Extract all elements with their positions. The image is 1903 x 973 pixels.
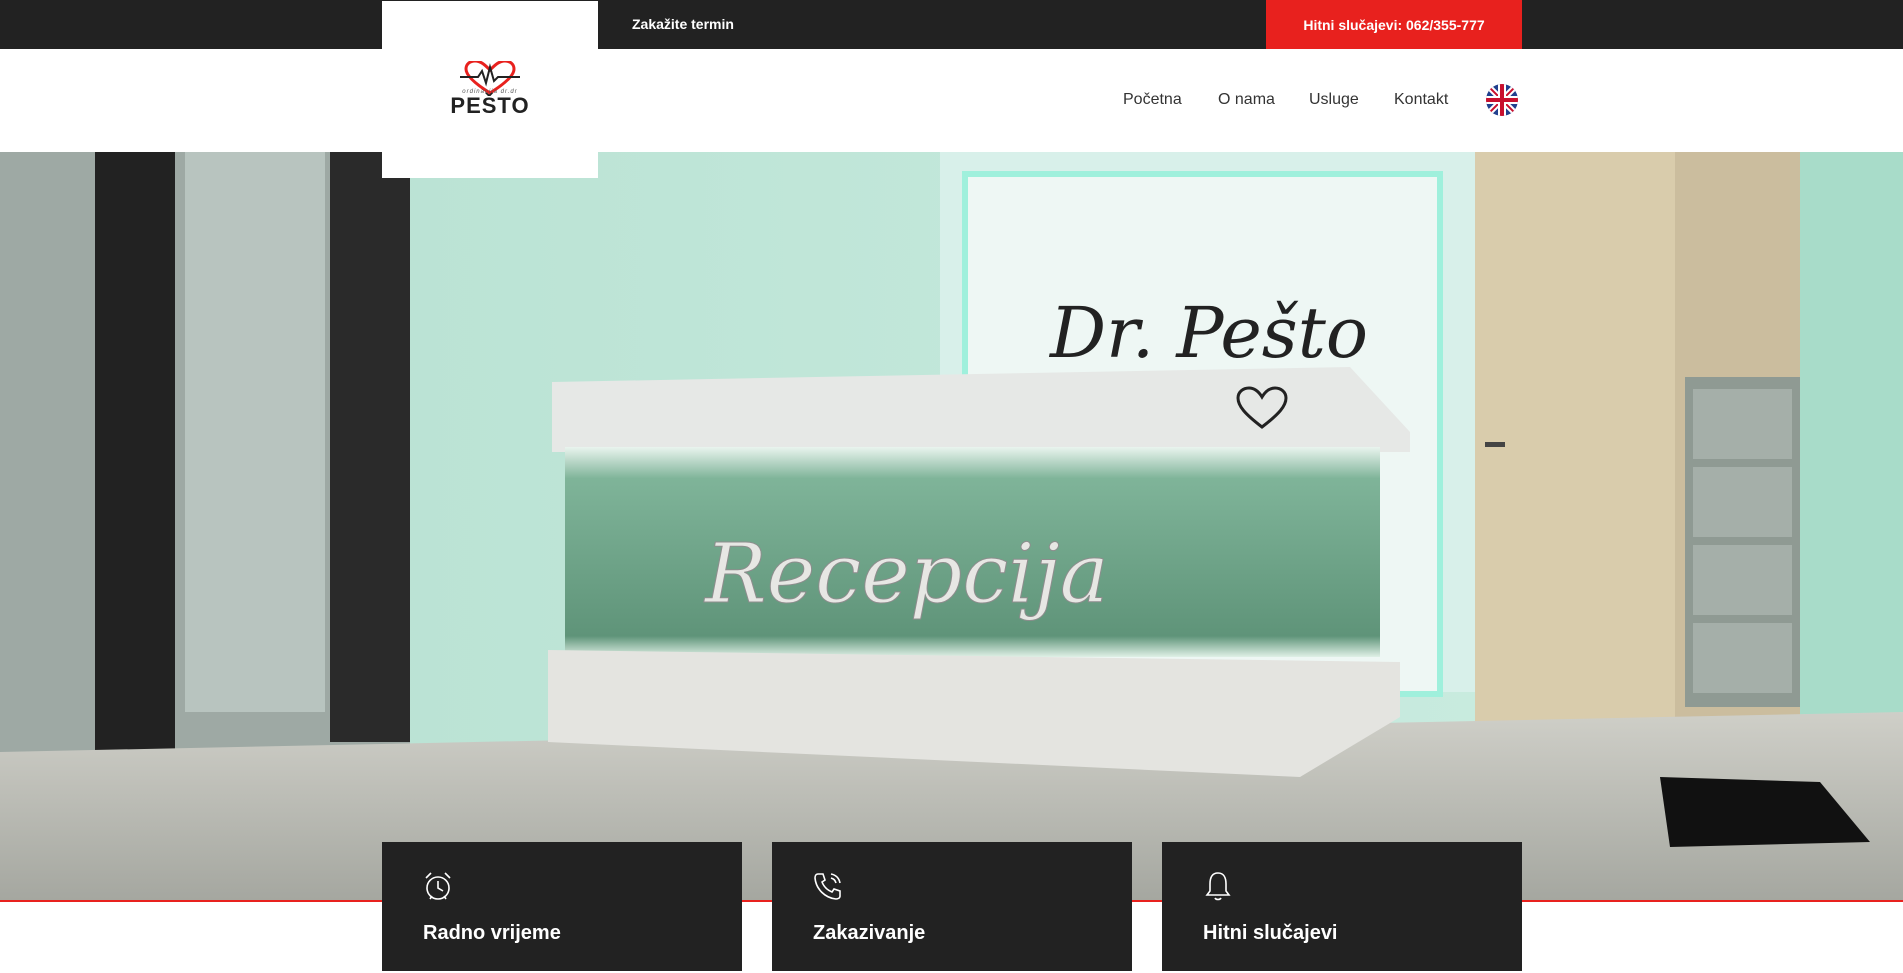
nav-item-o-nama[interactable]: O nama [1218, 49, 1275, 150]
nav-item-pocetna[interactable]: Početna [1123, 49, 1182, 150]
desk-sign: Recepcija [703, 527, 1109, 622]
top-bar: Zakažite termin Hitni slučajevi: 062/355… [0, 0, 1903, 49]
alarm-clock-icon [425, 872, 451, 900]
bell-icon [1205, 872, 1231, 901]
phone-icon [814, 873, 841, 900]
emergency-phone-banner[interactable]: Hitni slučajevi: 062/355-777 [1266, 0, 1522, 49]
wall-sign: Dr. Pešto [1048, 292, 1368, 374]
schedule-appointment-link[interactable]: Zakažite termin [632, 0, 734, 49]
logo-name: PEŠTO [450, 92, 530, 118]
language-switch[interactable] [1486, 84, 1518, 116]
card-working-hours[interactable]: Radno vrijeme [382, 842, 742, 971]
nav-item-kontakt[interactable]: Kontakt [1394, 49, 1448, 150]
card-title: Hitni slučajevi [1203, 922, 1338, 944]
nav-item-usluge[interactable]: Usluge [1309, 49, 1359, 150]
hero-image: Dr. Pešto Recepcija [0, 152, 1903, 900]
card-title: Zakazivanje [813, 922, 926, 944]
card-title: Radno vrijeme [423, 922, 561, 944]
card-scheduling[interactable]: Zakazivanje [772, 842, 1132, 971]
navbar [0, 49, 1903, 152]
logo[interactable]: ordinacija dr.dr PEŠTO [382, 1, 598, 178]
uk-flag-icon [1486, 84, 1518, 116]
card-emergency[interactable]: Hitni slučajevi [1162, 842, 1522, 971]
